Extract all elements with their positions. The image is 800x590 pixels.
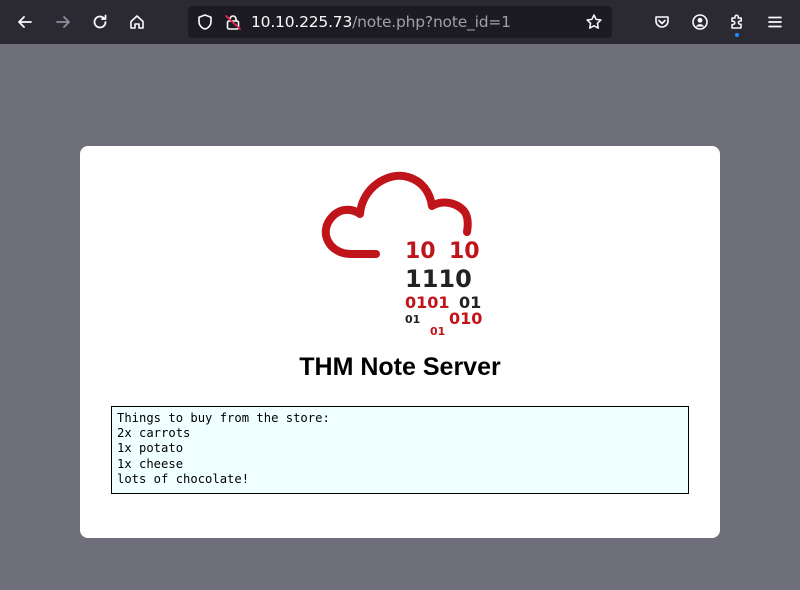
pocket-icon (655, 16, 669, 28)
home-icon (130, 15, 144, 29)
cloud-outline-icon (321, 171, 472, 258)
logo-digits-6: 01 (405, 313, 420, 326)
extension-badge-dot (735, 33, 739, 37)
pocket-button[interactable] (647, 7, 677, 37)
reload-button[interactable] (85, 7, 115, 37)
page-title: THM Note Server (299, 353, 501, 381)
logo-digits-4: 0101 (405, 293, 450, 312)
forward-button[interactable] (48, 7, 78, 37)
puzzle-piece-icon (731, 14, 742, 29)
account-icon (692, 14, 708, 30)
logo-digits-2: 10 (449, 239, 480, 264)
logo-digits-1: 10 (405, 239, 436, 264)
arrow-right-icon (56, 16, 70, 28)
bookmark-star-icon[interactable] (585, 13, 603, 31)
insecure-lock-icon[interactable] (224, 13, 242, 31)
reload-icon (93, 14, 107, 29)
logo-digits-7: 010 (449, 309, 482, 328)
thm-cloud-logo: 10 10 1110 0101 01 01 010 01 (321, 171, 482, 338)
url-host: 10.10.225.73 (251, 13, 353, 31)
url-text[interactable]: 10.10.225.73/note.php?note_id=1 (251, 12, 511, 32)
content-card: 10 10 1110 0101 01 01 010 01 THM Note Se… (80, 146, 720, 538)
note-content-box: Things to buy from the store: 2x carrots… (111, 406, 689, 494)
back-button[interactable] (10, 7, 40, 37)
account-button[interactable] (685, 7, 715, 37)
logo-digits-3: 1110 (405, 265, 472, 293)
hamburger-menu-icon (768, 16, 782, 28)
arrow-left-icon (18, 16, 32, 28)
browser-toolbar: 10.10.225.73/note.php?note_id=1 (0, 0, 800, 44)
url-bar[interactable]: 10.10.225.73/note.php?note_id=1 (188, 6, 612, 38)
home-button[interactable] (122, 7, 152, 37)
menu-button[interactable] (760, 7, 790, 37)
tracking-protection-shield-icon[interactable] (196, 13, 214, 31)
logo-digits-8: 01 (430, 325, 445, 338)
url-path: /note.php?note_id=1 (352, 13, 511, 31)
